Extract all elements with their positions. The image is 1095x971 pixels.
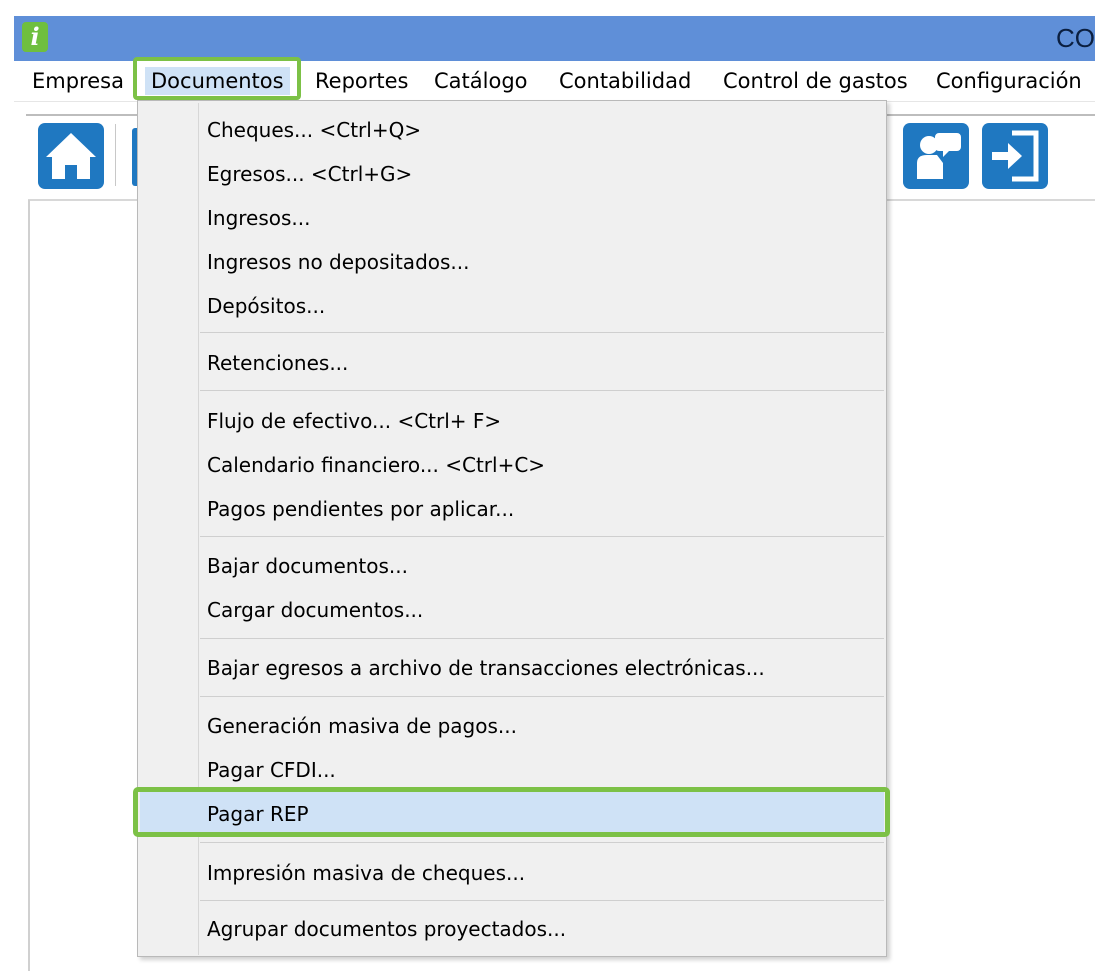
menu-item-bajar-documentos[interactable]: Bajar documentos... bbox=[140, 544, 884, 588]
menu-item-agrupar-documentos[interactable]: Agrupar documentos proyectados... bbox=[140, 907, 884, 951]
menu-separator bbox=[200, 696, 884, 697]
menu-separator bbox=[200, 536, 884, 537]
menu-separator bbox=[200, 842, 884, 843]
top-margin bbox=[0, 0, 1095, 16]
home-button[interactable] bbox=[38, 123, 104, 189]
menu-configuracion[interactable]: Configuración bbox=[930, 67, 1088, 95]
menu-empresa[interactable]: Empresa bbox=[26, 67, 130, 95]
menu-item-calendario-financiero[interactable]: Calendario financiero... <Ctrl+C> bbox=[140, 443, 884, 487]
menu-separator bbox=[200, 332, 884, 333]
menu-item-cargar-documentos[interactable]: Cargar documentos... bbox=[140, 588, 884, 632]
app-icon: i bbox=[22, 22, 48, 52]
menu-catalogo[interactable]: Catálogo bbox=[428, 67, 534, 95]
documentos-highlight-frame bbox=[133, 57, 301, 100]
menu-item-ingresos[interactable]: Ingresos... bbox=[140, 196, 884, 240]
menu-item-flujo-de-efectivo[interactable]: Flujo de efectivo... <Ctrl+ F> bbox=[140, 399, 884, 443]
menu-item-ingresos-no-depositados[interactable]: Ingresos no depositados... bbox=[140, 240, 884, 284]
help-button[interactable] bbox=[903, 123, 969, 189]
home-icon bbox=[46, 133, 96, 179]
title-bar: i CO bbox=[14, 16, 1095, 61]
menu-contabilidad[interactable]: Contabilidad bbox=[553, 67, 697, 95]
menu-item-depositos[interactable]: Depósitos... bbox=[140, 284, 884, 328]
menu-item-bajar-egresos[interactable]: Bajar egresos a archivo de transacciones… bbox=[140, 646, 884, 690]
menu-item-impresion-masiva-de-cheques[interactable]: Impresión masiva de cheques... bbox=[140, 851, 884, 895]
menu-separator bbox=[200, 900, 884, 901]
content-area-left-border bbox=[28, 200, 30, 971]
menu-item-retenciones[interactable]: Retenciones... bbox=[140, 341, 884, 385]
menu-item-pagos-pendientes[interactable]: Pagos pendientes por aplicar... bbox=[140, 487, 884, 531]
pagar-rep-highlight-frame bbox=[133, 787, 890, 837]
menu-separator bbox=[200, 638, 884, 639]
menu-item-pagar-cfdi[interactable]: Pagar CFDI... bbox=[140, 748, 884, 792]
window-title: CO bbox=[1056, 23, 1095, 53]
menu-item-generacion-masiva-de-pagos[interactable]: Generación masiva de pagos... bbox=[140, 704, 884, 748]
exit-button[interactable] bbox=[982, 123, 1048, 189]
help-icon bbox=[917, 133, 961, 179]
menu-reportes[interactable]: Reportes bbox=[309, 67, 414, 95]
toolbar-separator bbox=[115, 124, 116, 186]
menu-control-de-gastos[interactable]: Control de gastos bbox=[717, 67, 914, 95]
menu-separator bbox=[200, 390, 884, 391]
menu-item-cheques[interactable]: Cheques... <Ctrl+Q> bbox=[140, 108, 884, 152]
menu-item-egresos[interactable]: Egresos... <Ctrl+G> bbox=[140, 152, 884, 196]
exit-icon bbox=[992, 130, 1039, 182]
